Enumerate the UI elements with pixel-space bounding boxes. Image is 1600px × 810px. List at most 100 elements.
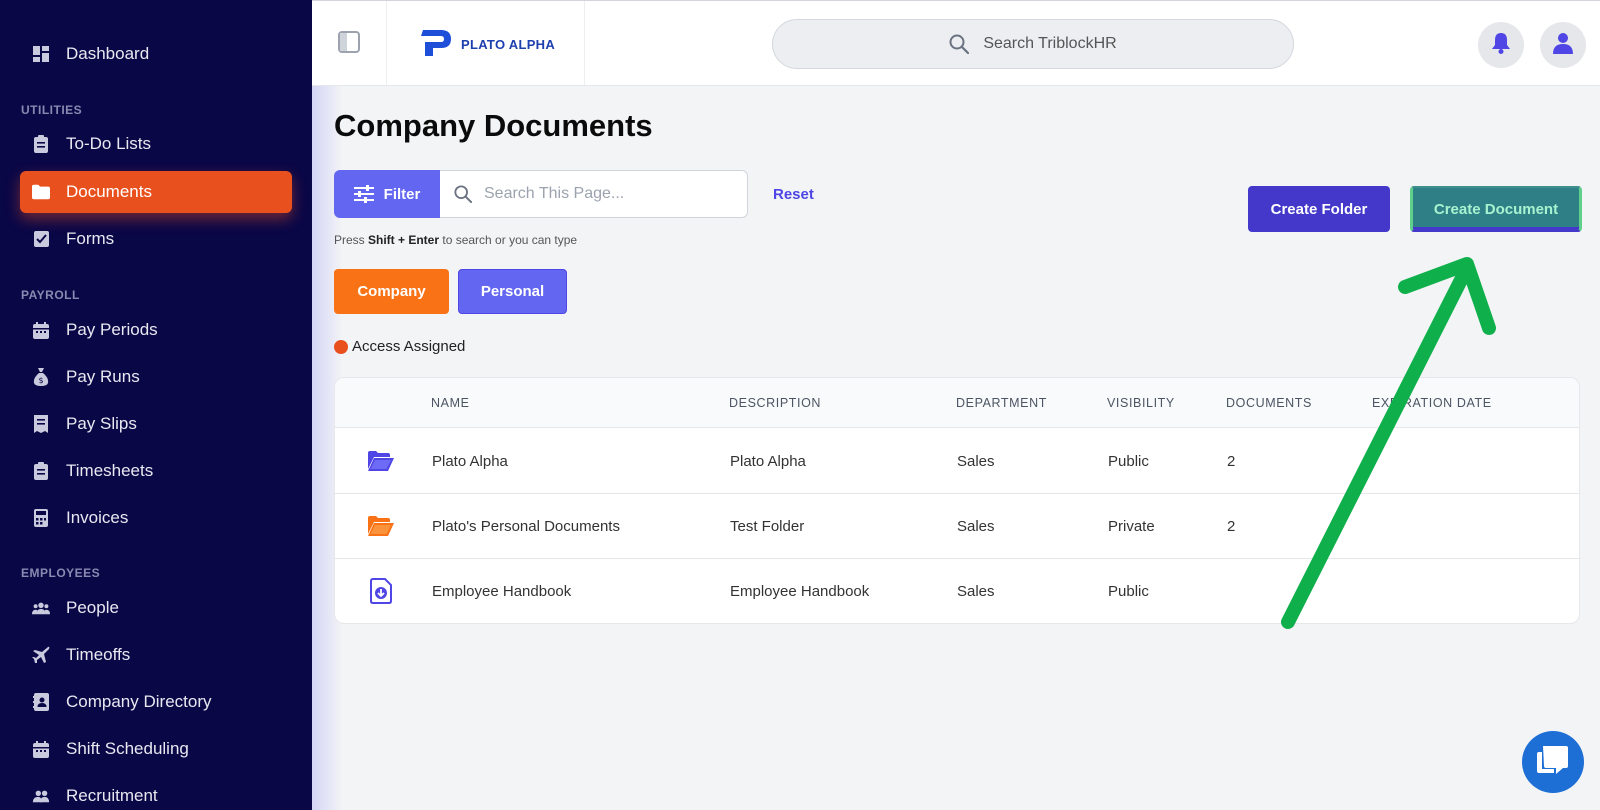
sidebar-item-label: People — [66, 598, 119, 617]
sidebar-item-dashboard[interactable]: Dashboard — [20, 33, 292, 75]
user-icon — [1553, 32, 1573, 59]
clipboard-icon — [32, 135, 50, 153]
folder-open-icon — [367, 512, 395, 540]
sidebar-item-company-directory[interactable]: Company Directory — [20, 681, 292, 723]
reset-link[interactable]: Reset — [773, 186, 814, 203]
sidebar-item-todo[interactable]: To-Do Lists — [20, 123, 292, 165]
sliders-icon — [353, 185, 374, 203]
search-icon — [454, 185, 472, 203]
cell-department: Sales — [957, 453, 995, 470]
sidebar-item-label: Shift Scheduling — [66, 739, 189, 758]
sidebar-item-label: Timesheets — [66, 461, 154, 480]
calculator-icon — [32, 509, 50, 527]
table-row[interactable]: Plato's Personal Documents Test Folder S… — [335, 494, 1579, 559]
sidebar-item-people[interactable]: People — [20, 587, 292, 629]
sidebar-item-label: Documents — [66, 182, 152, 201]
sidebar-item-timesheets[interactable]: Timesheets — [20, 450, 292, 492]
sidebar-item-pay-slips[interactable]: Pay Slips — [20, 403, 292, 445]
global-search-placeholder: Search TriblockHR — [983, 35, 1117, 52]
table-row[interactable]: Plato Alpha Plato Alpha Sales Public 2 — [335, 429, 1579, 494]
calendar-icon — [32, 740, 50, 758]
column-header-expiration-date[interactable]: EXPIRATION DATE — [1372, 396, 1492, 410]
section-utilities: UTILITIES — [21, 103, 83, 117]
page-title: Company Documents — [334, 108, 653, 143]
search-hint: Press Shift + Enter to search or you can… — [334, 233, 577, 247]
column-header-name[interactable]: NAME — [431, 396, 470, 410]
svg-text:$: $ — [38, 376, 43, 385]
sidebar-item-label: Recruitment — [66, 786, 158, 805]
plane-icon — [32, 646, 50, 664]
access-legend: Access Assigned — [334, 338, 465, 355]
table-row[interactable]: Employee Handbook Employee Handbook Sale… — [335, 559, 1579, 623]
logo-mark-icon — [419, 26, 453, 63]
sidebar-item-label: Invoices — [66, 508, 129, 527]
folder-open-icon — [367, 447, 395, 475]
sidebar-item-label: Forms — [66, 229, 115, 248]
sidebar-item-pay-periods[interactable]: Pay Periods — [20, 309, 292, 351]
filter-label: Filter — [383, 185, 421, 203]
sidebar-item-forms[interactable]: Forms — [20, 218, 292, 260]
create-folder-button[interactable]: Create Folder — [1248, 186, 1390, 232]
page-search-field[interactable] — [440, 170, 748, 218]
folder-icon — [32, 183, 50, 201]
cell-name[interactable]: Plato Alpha — [432, 453, 508, 470]
logo-text: PLATO ALPHA — [461, 36, 556, 52]
hint-prefix: Press — [334, 233, 369, 247]
calendar-icon — [32, 321, 50, 339]
create-document-button[interactable]: Create Document — [1410, 186, 1582, 232]
sidebar-item-timeoffs[interactable]: Timeoffs — [20, 634, 292, 676]
column-header-documents[interactable]: DOCUMENTS — [1226, 396, 1312, 410]
form-icon — [32, 230, 50, 248]
cell-department: Sales — [957, 518, 995, 535]
dashboard-icon — [32, 45, 50, 63]
global-search-input[interactable]: Search TriblockHR — [772, 19, 1294, 69]
hint-suffix: to search or you can type — [439, 233, 578, 247]
sidebar-item-recruitment[interactable]: Recruitment — [20, 775, 292, 810]
profile-button[interactable] — [1540, 22, 1586, 68]
contact-book-icon — [32, 693, 50, 711]
people-icon — [32, 599, 50, 617]
legend-label: Access Assigned — [352, 338, 466, 355]
cell-documents: 2 — [1227, 518, 1236, 535]
chat-bubble-icon — [1536, 744, 1570, 781]
chat-support-button[interactable] — [1522, 731, 1584, 793]
cell-visibility: Public — [1108, 453, 1149, 470]
sidebar-item-label: Dashboard — [66, 44, 150, 63]
sidebar-toggle-button[interactable] — [312, 1, 387, 87]
logo[interactable]: PLATO ALPHA — [387, 1, 585, 87]
column-header-description[interactable]: DESCRIPTION — [729, 396, 821, 410]
page-search-input[interactable] — [484, 185, 724, 203]
sidebar-item-label: Pay Runs — [66, 367, 140, 386]
sidebar-item-pay-runs[interactable]: $ Pay Runs — [20, 356, 292, 398]
tab-company[interactable]: Company — [334, 269, 449, 314]
cell-department: Sales — [957, 583, 995, 600]
column-header-department[interactable]: DEPARTMENT — [956, 396, 1047, 410]
column-header-visibility[interactable]: VISIBILITY — [1107, 396, 1175, 410]
sidebar-item-invoices[interactable]: Invoices — [20, 497, 292, 539]
sidebar-item-shift-scheduling[interactable]: Shift Scheduling — [20, 728, 292, 770]
sidebar-item-label: To-Do Lists — [66, 134, 152, 153]
tab-personal[interactable]: Personal — [458, 269, 567, 314]
cell-name[interactable]: Plato's Personal Documents — [432, 518, 620, 535]
cell-name[interactable]: Employee Handbook — [432, 583, 571, 600]
sidebar-item-label: Pay Periods — [66, 320, 158, 339]
sidebar-item-label: Timeoffs — [66, 645, 131, 664]
cell-visibility: Private — [1108, 518, 1155, 535]
cell-description: Test Folder — [730, 518, 805, 535]
access-dot — [334, 339, 348, 354]
documents-table: NAME DESCRIPTION DEPARTMENT VISIBILITY D… — [334, 377, 1580, 624]
sidebar-toggle-icon — [338, 30, 360, 58]
sidebar-item-documents[interactable]: Documents — [20, 171, 292, 213]
filter-button[interactable]: Filter — [334, 170, 440, 218]
notifications-button[interactable] — [1478, 22, 1524, 68]
hint-keys: Shift + Enter — [368, 233, 440, 247]
search-icon — [949, 34, 970, 54]
section-employees: EMPLOYEES — [21, 566, 101, 580]
file-download-icon — [367, 577, 395, 605]
cell-description: Employee Handbook — [730, 583, 870, 600]
cell-visibility: Public — [1108, 583, 1149, 600]
sidebar-item-label: Company Directory — [66, 692, 212, 711]
sidebar: Dashboard UTILITIES To-Do Lists Document… — [0, 0, 312, 810]
users-icon — [32, 787, 50, 805]
clipboard-icon — [32, 462, 50, 480]
